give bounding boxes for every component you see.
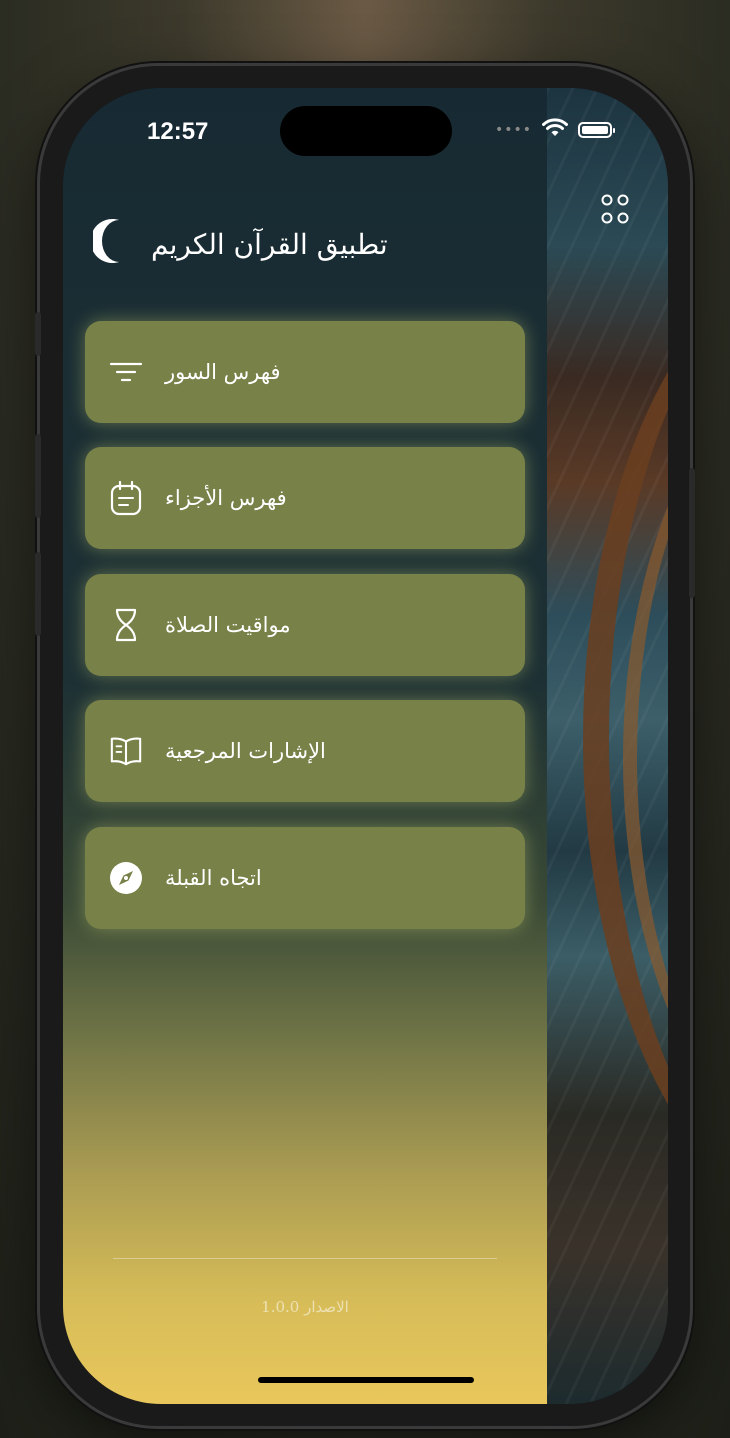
dynamic-island xyxy=(280,106,452,156)
app-version: الاصدار 1.0.0 xyxy=(261,1298,349,1316)
app-title: تطبيق القرآن الكريم xyxy=(151,228,388,261)
menu-item-surah-index[interactable]: فهرس السور xyxy=(85,321,525,423)
crescent-moon-icon xyxy=(90,218,133,264)
menu-item-prayer-times[interactable]: مواقيت الصلاة xyxy=(85,574,525,676)
side-drawer: تطبيق القرآن الكريم فهرس السور فهرس الأج… xyxy=(63,88,547,1404)
volume-up-button xyxy=(35,434,41,518)
menu-item-bookmarks[interactable]: الإشارات المرجعية xyxy=(85,700,525,802)
menu-item-label: فهرس الأجزاء xyxy=(165,486,287,510)
menu-item-label: مواقيت الصلاة xyxy=(165,613,291,637)
footer-divider xyxy=(113,1258,497,1259)
menu-item-label: اتجاه القبلة xyxy=(165,866,262,890)
mute-switch xyxy=(35,312,41,356)
home-indicator[interactable] xyxy=(258,1377,474,1383)
dots-grid-icon[interactable] xyxy=(600,192,630,226)
power-button xyxy=(689,468,695,598)
volume-down-button xyxy=(35,552,41,636)
compass-icon xyxy=(109,861,143,895)
menu-item-label: الإشارات المرجعية xyxy=(165,739,326,763)
screen: تطبيق القرآن الكريم فهرس السور فهرس الأج… xyxy=(63,88,668,1404)
cellular-signal-icon: •••• xyxy=(494,122,532,138)
battery-icon xyxy=(578,122,615,138)
notepad-icon xyxy=(109,480,143,516)
wifi-icon xyxy=(542,118,568,142)
status-time: 12:57 xyxy=(147,118,209,145)
filter-lines-icon xyxy=(109,355,143,389)
open-book-icon xyxy=(109,734,143,768)
hourglass-icon xyxy=(109,608,143,642)
status-icons: •••• xyxy=(494,118,615,142)
menu-item-label: فهرس السور xyxy=(165,360,281,384)
menu-item-qibla-direction[interactable]: اتجاه القبلة xyxy=(85,827,525,929)
menu-item-juz-index[interactable]: فهرس الأجزاء xyxy=(85,447,525,549)
